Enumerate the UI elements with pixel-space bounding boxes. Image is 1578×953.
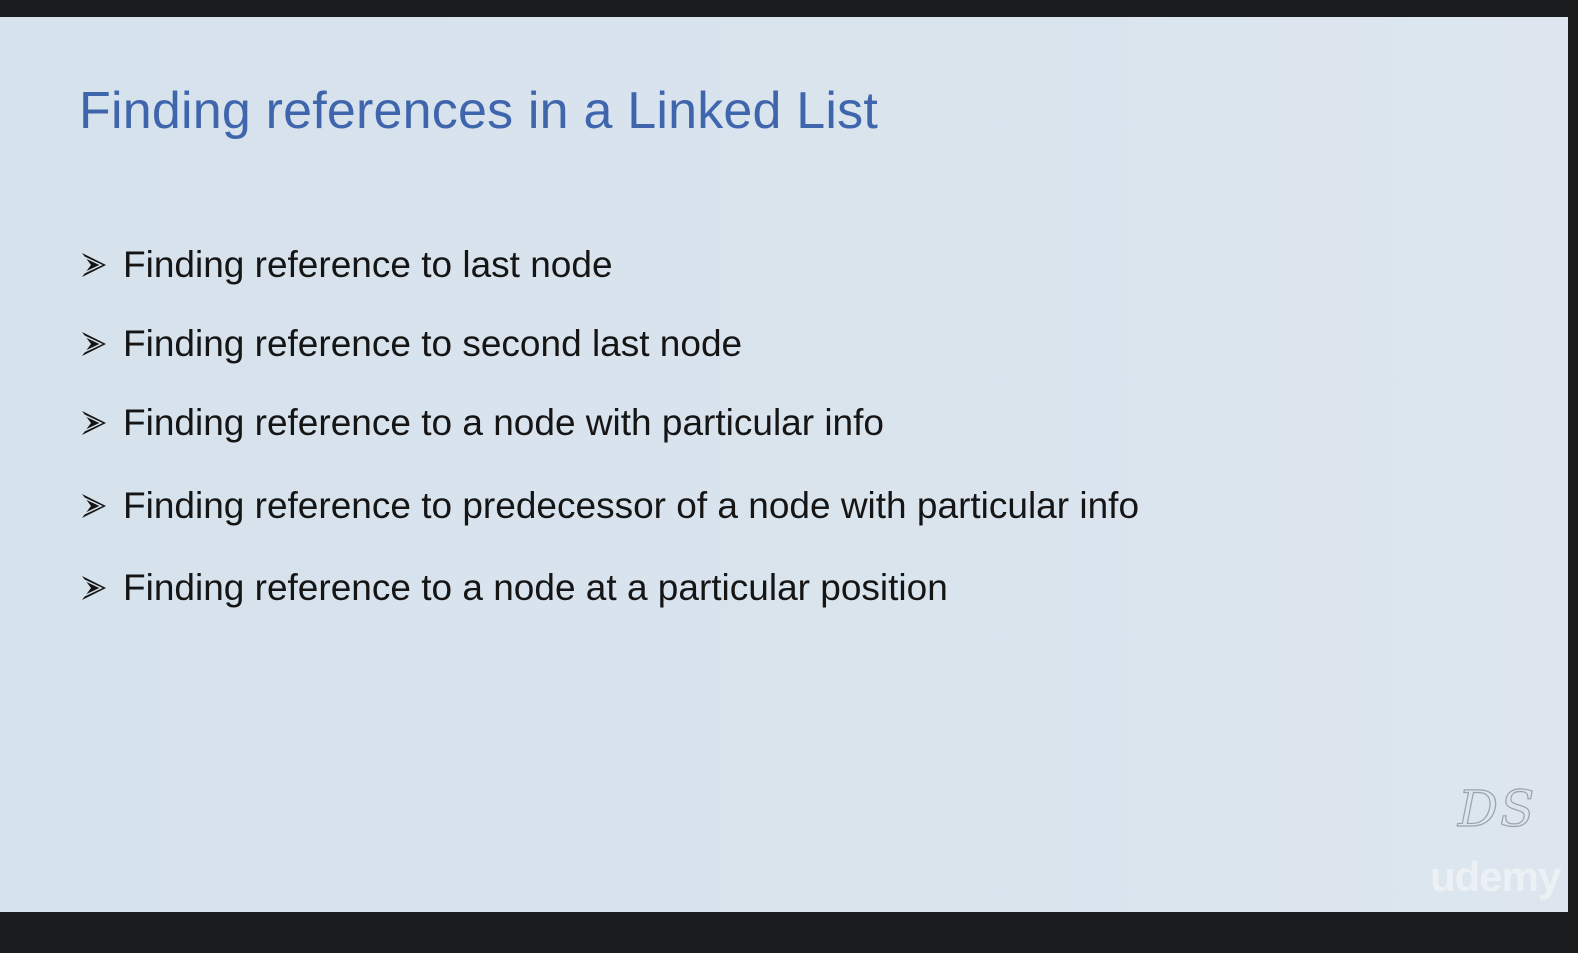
ds-logo: DS <box>1457 779 1537 838</box>
slide-title: Finding references in a Linked List <box>79 82 879 140</box>
video-right-edge <box>1568 17 1578 912</box>
arrowhead-bullet-icon <box>82 576 106 600</box>
bullet-text: Finding reference to last node <box>123 244 613 285</box>
video-bottom-bar <box>0 912 1578 953</box>
bullet-item: Finding reference to predecessor of a no… <box>79 485 1139 527</box>
arrowhead-bullet-icon <box>82 253 106 277</box>
slide: Finding references in a Linked List Find… <box>0 17 1568 912</box>
bullet-item: Finding reference to a node at a particu… <box>79 567 948 609</box>
video-top-bar <box>0 0 1578 17</box>
udemy-watermark: udemy <box>1430 853 1561 900</box>
bullet-text: Finding reference to predecessor of a no… <box>123 485 1140 526</box>
bullet-item: Finding reference to second last node <box>79 323 742 365</box>
arrowhead-bullet-icon <box>82 494 106 518</box>
bullet-text: Finding reference to a node with particu… <box>123 402 884 443</box>
arrowhead-bullet-icon <box>82 332 106 356</box>
bullet-item: Finding reference to last node <box>79 244 613 286</box>
arrowhead-bullet-icon <box>82 411 106 435</box>
bullet-text: Finding reference to second last node <box>123 323 743 364</box>
bullet-item: Finding reference to a node with particu… <box>79 402 884 444</box>
bullet-text: Finding reference to a node at a particu… <box>123 567 948 608</box>
